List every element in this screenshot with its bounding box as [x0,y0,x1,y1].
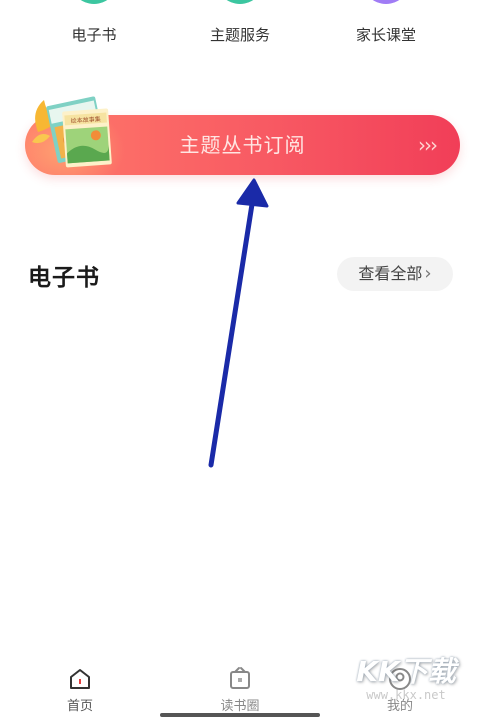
category-label: 家长课堂 [355,26,416,44]
nav-item-reading-circle[interactable]: 读书圈 [190,666,290,714]
home-indicator-bar [160,713,320,717]
watermark: KK下载 www.kkx.net [348,650,464,712]
section-title-ebook: 电子书 [28,265,100,291]
view-all-button[interactable]: 查看全部 › [337,257,453,291]
theme-service-icon [216,0,264,4]
watermark-url: www.kkx.net [366,688,446,702]
ebook-icon [70,0,118,4]
nav-item-home[interactable]: 首页 [30,666,130,714]
category-label: 电子书 [71,26,117,44]
home-icon [70,669,90,689]
nav-label-reading-circle: 读书圈 [220,699,260,714]
watermark-logo: KK下载 [356,655,456,688]
nav-label-home: 首页 [66,699,93,714]
book-illustration: 绘本故事集 [32,96,112,168]
view-all-label: 查看全部 [358,264,423,283]
category-label: 主题服务 [209,26,270,44]
banner-arrows-icon: ››› [418,133,438,157]
chevron-right-icon: › [424,263,432,284]
parent-class-icon [362,0,410,4]
reading-circle-icon [230,667,250,689]
